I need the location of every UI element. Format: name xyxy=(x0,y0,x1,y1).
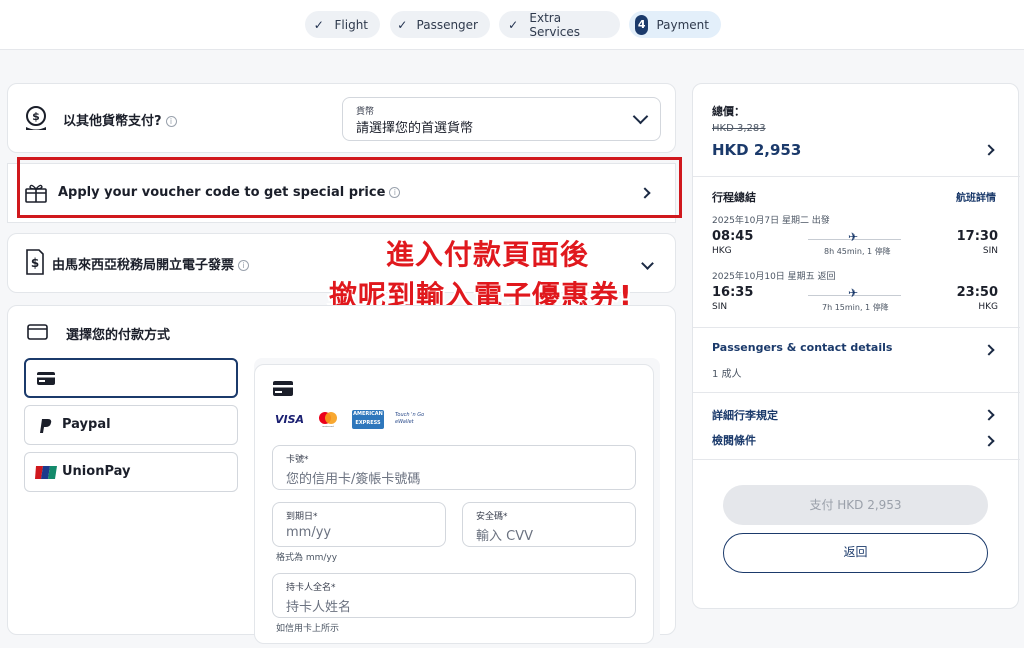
credit-card-icon xyxy=(273,381,293,396)
cvv-placeholder: 輸入 CVV xyxy=(476,529,533,544)
coin-icon: $ xyxy=(26,106,46,130)
mastercard-logo: mastercard xyxy=(319,412,337,428)
currency-select[interactable]: 貨幣 請選擇您的首選貨幣 xyxy=(342,97,661,141)
method-unionpay[interactable]: UnionPay xyxy=(24,452,238,492)
divider xyxy=(693,392,1020,393)
divider xyxy=(693,176,1020,177)
receipt-icon: $ xyxy=(26,249,44,275)
outbound-duration: 8h 45min, 1 停降 xyxy=(824,247,891,256)
card-number-placeholder: 您的信用卡/簽帳卡號碼 xyxy=(286,472,421,487)
step-label: Extra Services xyxy=(529,10,581,39)
check-icon: ✓ xyxy=(313,17,324,32)
expiry-hint: 格式為 mm/yy xyxy=(276,553,338,563)
plane-icon: ✈ xyxy=(848,286,859,300)
chevron-down-icon xyxy=(632,108,649,125)
divider xyxy=(693,459,1020,460)
terms-link[interactable]: 檢閱條件 xyxy=(712,432,756,448)
outbound-dep-code: HKG xyxy=(712,246,732,256)
cvv-field[interactable]: 安全碼* 輸入 CVV xyxy=(462,502,636,547)
baggage-link[interactable]: 詳細行李規定 xyxy=(712,407,778,423)
chevron-right-icon[interactable] xyxy=(983,144,995,156)
total-price: HKD 2,953 xyxy=(712,141,802,159)
passengers-link[interactable]: Passengers & contact details xyxy=(712,341,892,354)
step-label: Flight xyxy=(334,17,369,32)
inbound-arr-code: HKG xyxy=(978,302,998,312)
card-form-panel: VISA mastercard AMERICAN EXPRESS Touch '… xyxy=(254,358,660,648)
cardholder-field[interactable]: 持卡人全名* 持卡人姓名 xyxy=(272,573,636,618)
outbound-date: 2025年10月7日 星期二 出發 xyxy=(712,216,830,226)
inbound-dep-code: SIN xyxy=(712,302,728,312)
step-number: 4 xyxy=(635,14,649,35)
method-label: Paypal xyxy=(62,417,111,432)
currency-select-label: 貨幣 xyxy=(356,107,375,117)
annotation-line-1: 進入付款頁面後 xyxy=(384,236,590,273)
outbound-dep-time: 08:45 xyxy=(712,229,754,244)
visa-logo: VISA xyxy=(275,413,305,426)
currency-title: 以其他貨幣支付? xyxy=(63,114,162,129)
progress-stepper: ✓ Flight ✓ Passenger ✓ Extra Services 4 … xyxy=(0,0,1024,50)
amex-logo: AMERICAN EXPRESS xyxy=(352,410,384,429)
inbound-dep-time: 16:35 xyxy=(712,285,754,300)
step-flight[interactable]: ✓ Flight xyxy=(305,11,380,38)
chevron-down-icon xyxy=(641,257,654,270)
currency-select-value: 請選擇您的首選貨幣 xyxy=(356,121,474,136)
divider xyxy=(693,327,1020,328)
card-form: VISA mastercard AMERICAN EXPRESS Touch '… xyxy=(254,364,654,644)
currency-card: $ 以其他貨幣支付? i 貨幣 請選擇您的首選貨幣 xyxy=(7,83,676,153)
step-label: Passenger xyxy=(416,17,478,32)
step-passenger[interactable]: ✓ Passenger xyxy=(390,11,490,38)
info-icon[interactable]: i xyxy=(165,116,177,127)
method-paypal[interactable]: Paypal xyxy=(24,405,238,445)
tng-ewallet-logo: Touch 'n Go eWallet xyxy=(395,412,425,425)
outbound-arr-time: 17:30 xyxy=(956,229,998,244)
inbound-date: 2025年10月10日 星期五 返回 xyxy=(712,272,836,282)
flight-details-link[interactable]: 航班詳情 xyxy=(956,189,996,204)
svg-text:$: $ xyxy=(31,256,39,270)
outbound-arr-code: SIN xyxy=(982,246,998,256)
method-credit-card[interactable] xyxy=(24,358,238,398)
inbound-arr-time: 23:50 xyxy=(956,285,998,300)
cvv-label: 安全碼* xyxy=(476,512,508,522)
method-label: UnionPay xyxy=(62,464,131,479)
cardholder-placeholder: 持卡人姓名 xyxy=(286,600,352,615)
chevron-right-icon[interactable] xyxy=(983,344,995,356)
cardholder-hint: 如信用卡上所示 xyxy=(276,624,340,634)
chevron-right-icon[interactable] xyxy=(983,409,995,421)
svg-text:$: $ xyxy=(32,110,40,123)
chevron-right-icon[interactable] xyxy=(983,435,995,447)
passengers-value: 1 成人 xyxy=(712,369,742,380)
booking-summary: 總價： HKD 3,283 HKD 2,953 行程總結 航班詳情 2025年1… xyxy=(692,83,1020,609)
cardholder-label: 持卡人全名* xyxy=(286,583,336,593)
itinerary-label: 行程總結 xyxy=(712,191,756,204)
card-number-label: 卡號* xyxy=(286,455,309,465)
card-number-field[interactable]: 卡號* 您的信用卡/簽帳卡號碼 xyxy=(272,445,636,490)
credit-card-icon xyxy=(37,372,55,385)
plane-icon: ✈ xyxy=(848,230,859,244)
back-button[interactable]: 返回 xyxy=(723,533,988,573)
info-icon[interactable]: i xyxy=(238,260,250,271)
payment-card: 選擇您的付款方式 Paypal UnionPay VISA mastercard… xyxy=(7,305,676,648)
expiry-label: 到期日* xyxy=(286,512,318,522)
original-price: HKD 3,283 xyxy=(712,123,766,134)
step-label: Payment xyxy=(656,17,709,32)
check-icon: ✓ xyxy=(508,17,519,32)
wallet-icon xyxy=(27,324,48,340)
check-icon: ✓ xyxy=(397,17,408,32)
svg-text:mastercard: mastercard xyxy=(322,425,334,428)
expiry-placeholder: mm/yy xyxy=(286,525,332,540)
unionpay-icon xyxy=(35,466,57,479)
total-label: 總價： xyxy=(712,105,745,118)
paypal-icon xyxy=(40,419,52,433)
inbound-duration: 7h 15min, 1 停降 xyxy=(822,303,889,312)
expiry-field[interactable]: 到期日* mm/yy xyxy=(272,502,446,547)
einvoice-label: 由馬來西亞稅務局開立電子發票 xyxy=(52,258,235,273)
highlight-box xyxy=(17,157,682,218)
pay-button[interactable]: 支付 HKD 2,953 xyxy=(723,485,988,525)
payment-title: 選擇您的付款方式 xyxy=(66,328,171,343)
step-extra-services[interactable]: ✓ Extra Services xyxy=(499,10,620,39)
step-payment[interactable]: 4 Payment xyxy=(629,11,721,38)
